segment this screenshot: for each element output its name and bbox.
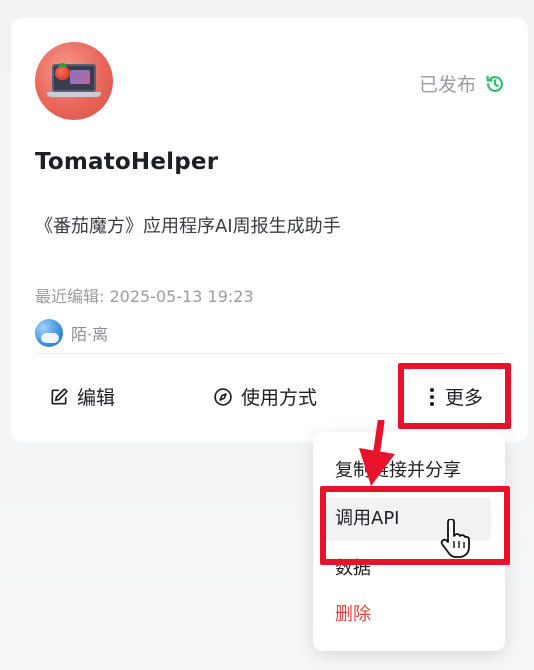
author-name: 陌·离	[71, 325, 109, 344]
menu-item-delete[interactable]: 删除	[323, 593, 491, 637]
usage-label: 使用方式	[241, 387, 318, 409]
author: 陌·离	[35, 319, 108, 347]
hand-pointer-icon	[440, 519, 470, 558]
history-icon	[486, 75, 503, 92]
app-description: 《番茄魔方》应用程序AI周报生成助手	[35, 216, 341, 237]
more-highlight-box	[398, 363, 511, 429]
app-screen: 已发布 TomatoHelper 《番茄魔方》应用程序AI周报生成助手 最近编辑…	[0, 0, 534, 670]
api-highlight-box	[320, 486, 510, 565]
divider	[35, 353, 504, 354]
author-avatar	[35, 319, 63, 347]
app-avatar	[35, 42, 113, 120]
tomato-icon	[55, 63, 70, 80]
edit-label: 编辑	[77, 387, 116, 409]
last-edited: 最近编辑: 2025-05-13 19:23	[35, 287, 254, 306]
edit-icon	[51, 387, 68, 404]
compass-icon	[214, 387, 232, 406]
app-title: TomatoHelper	[35, 149, 219, 175]
edit-button[interactable]: 编辑	[49, 383, 115, 410]
usage-button[interactable]: 使用方式	[213, 383, 317, 410]
publish-status: 已发布	[419, 70, 506, 97]
annotation-arrow-icon	[359, 420, 395, 486]
laptop-base	[47, 92, 101, 97]
status-text: 已发布	[418, 74, 476, 96]
